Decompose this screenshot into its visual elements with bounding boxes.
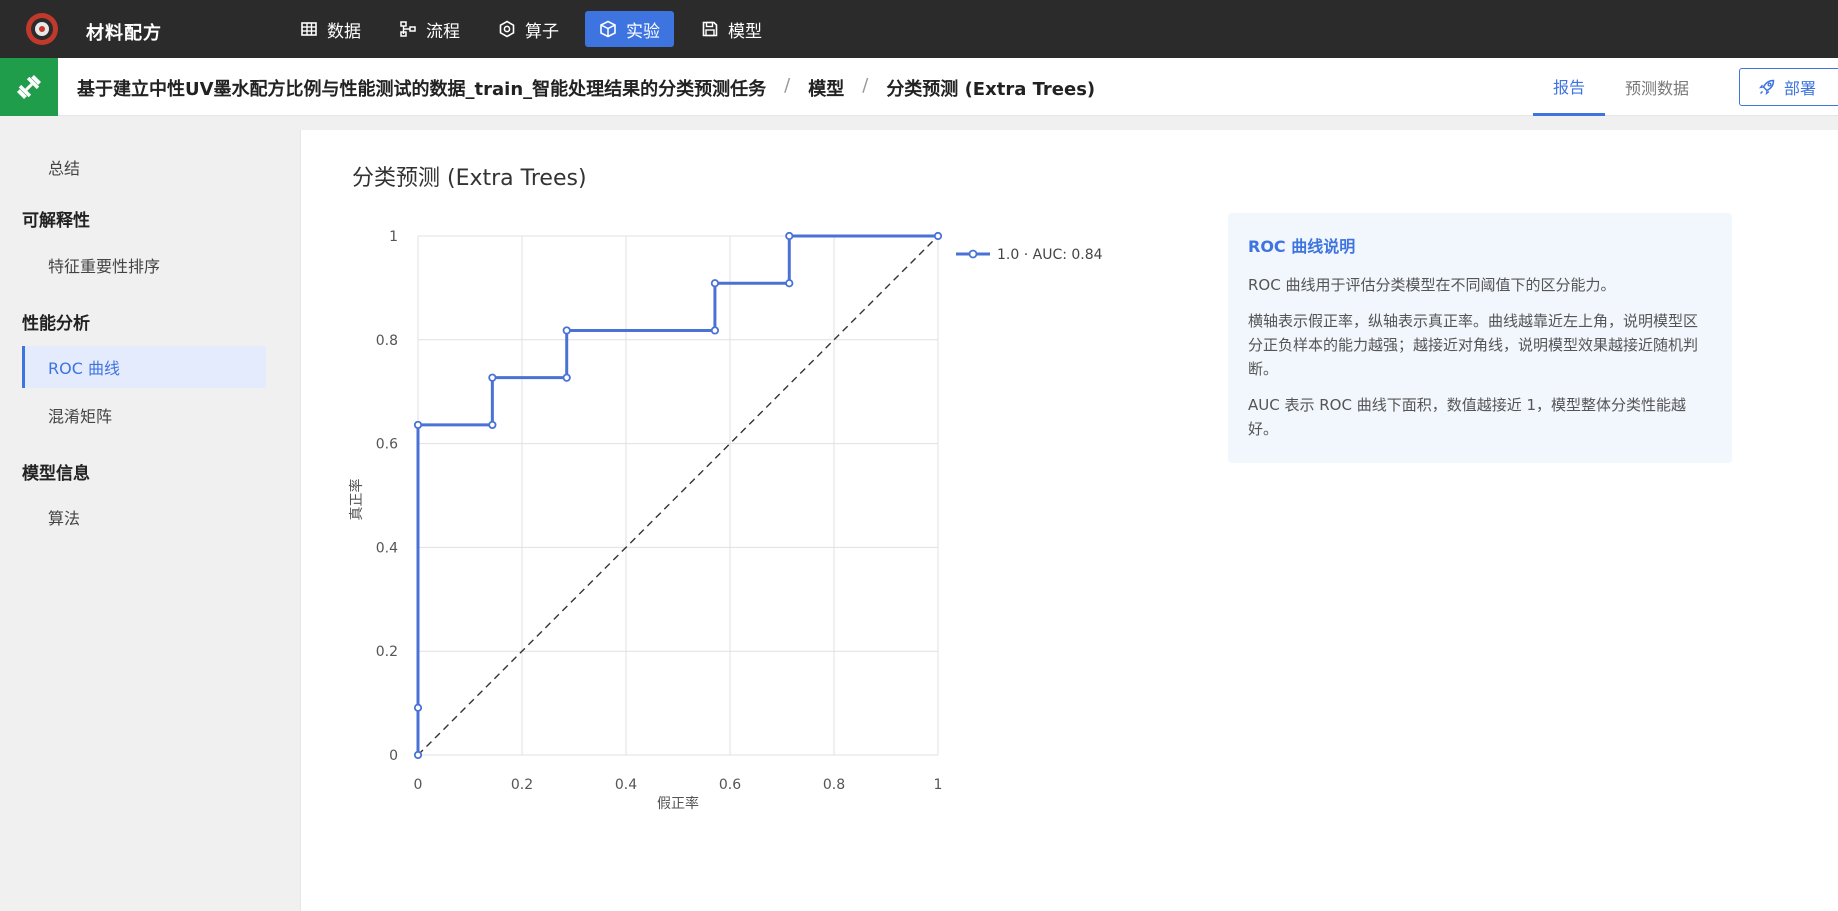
- table-icon: [301, 22, 317, 36]
- roc-explanation-p1: ROC 曲线用于评估分类模型在不同阈值下的区分能力。: [1248, 276, 1616, 294]
- sidebar-item-summary[interactable]: 总结: [22, 146, 266, 188]
- rocket-icon: [1758, 79, 1775, 96]
- roc-explanation-p2: 横轴表示假正率，纵轴表示真正率。曲线越靠近左上角，说明模型区分正负样本的能力越强…: [1248, 312, 1699, 378]
- sidebar-item-roc[interactable]: ROC 曲线: [22, 346, 266, 388]
- main-content: 分类预测 (Extra Trees) 0 0.2 0.4 0.6 0.8 1 0 0.2 0.4…: [300, 130, 1838, 911]
- sidebar-item-feature-importance[interactable]: 特征重要性排序: [22, 244, 266, 286]
- nav-experiment-label: 实验: [626, 21, 660, 42]
- x-axis-title: 假正率: [657, 795, 699, 812]
- app-brand[interactable]: 材料配方: [86, 19, 162, 45]
- roc-point: [413, 420, 423, 430]
- roc-point: [785, 279, 794, 288]
- x-tick-label: 0.2: [511, 777, 533, 793]
- y-tick-label: 0.2: [376, 644, 398, 660]
- y-tick-label: 0.4: [376, 540, 398, 556]
- reference-diagonal-line: [417, 235, 939, 756]
- y-axis-title: 真正率: [348, 479, 365, 521]
- roc-point: [562, 373, 571, 382]
- dumbbell-icon: [0, 58, 58, 116]
- sidebar-item-algorithm[interactable]: 算法: [22, 496, 266, 538]
- nav-flow-label: 流程: [426, 21, 460, 42]
- legend-marker: [968, 249, 978, 259]
- breadcrumb-current: 分类预测 (Extra Trees): [886, 79, 1096, 100]
- x-tick-label: 0: [414, 777, 423, 793]
- roc-point: [933, 231, 943, 241]
- tab-report[interactable]: 报告: [1533, 58, 1605, 116]
- x-tick-label: 0.4: [615, 777, 637, 793]
- sidebar-group-performance: 性能分析: [22, 314, 90, 334]
- nav-model-label: 模型: [728, 21, 762, 42]
- roc-point: [710, 326, 720, 335]
- operator-icon: [499, 20, 515, 38]
- nav-operator[interactable]: 算子: [484, 11, 573, 47]
- roc-explanation-title: ROC 曲线说明: [1248, 237, 1356, 256]
- breadcrumb-bar: 基于建立中性UV墨水配方比例与性能测试的数据_train_智能处理结果的分类预测…: [0, 58, 1838, 116]
- nav-model[interactable]: 模型: [687, 11, 776, 47]
- breadcrumb-separator: /: [784, 75, 791, 96]
- y-tick-label: 0.8: [376, 333, 398, 349]
- x-tick-label: 1: [934, 777, 943, 793]
- roc-point: [488, 420, 497, 430]
- app-logo-icon[interactable]: [24, 11, 60, 47]
- roc-point: [710, 279, 720, 288]
- roc-explanation-p3: AUC 表示 ROC 曲线下面积，数值越接近 1，模型整体分类性能越好。: [1248, 396, 1687, 438]
- legend-label: 1.0 · AUC: 0.84: [997, 247, 1103, 263]
- y-tick-label: 0: [389, 748, 398, 764]
- roc-point: [413, 703, 423, 712]
- deploy-button[interactable]: 部署: [1739, 68, 1838, 106]
- nav-data-label: 数据: [327, 21, 361, 42]
- nav-data[interactable]: 数据: [286, 11, 375, 47]
- roc-point: [413, 750, 423, 760]
- x-tick-label: 0.6: [719, 777, 741, 793]
- roc-chart: 0 0.2 0.4 0.6 0.8 1 0 0.2 0.4 0.6 0.8 1 假正率 真正率 1.0 ·…: [348, 229, 1103, 812]
- roc-point: [785, 231, 794, 241]
- sidebar: 总结 可解释性 特征重要性排序 性能分析 ROC 曲线 混淆矩阵 模型信息 算法: [0, 116, 300, 911]
- roc-point: [562, 326, 571, 335]
- breadcrumb-model[interactable]: 模型: [808, 75, 844, 101]
- roc-point: [488, 373, 497, 382]
- y-tick-label: 0.6: [376, 437, 398, 453]
- breadcrumb-task[interactable]: 基于建立中性UV墨水配方比例与性能测试的数据_train_智能处理结果的分类预测…: [77, 75, 766, 101]
- tab-predict-data[interactable]: 预测数据: [1625, 58, 1689, 116]
- save-icon: [702, 21, 718, 37]
- breadcrumb: 基于建立中性UV墨水配方比例与性能测试的数据_train_智能处理结果的分类预测…: [77, 75, 1095, 101]
- y-tick-label: 1: [389, 229, 398, 245]
- cube-icon: [600, 20, 616, 38]
- nav-operator-label: 算子: [525, 21, 559, 42]
- sidebar-group-model-info: 模型信息: [22, 464, 90, 484]
- flow-icon: [400, 21, 416, 37]
- top-navbar: 材料配方 数据 流程 算子 实验 模型: [0, 0, 1838, 58]
- nav-flow[interactable]: 流程: [385, 11, 474, 47]
- deploy-label: 部署: [1784, 79, 1817, 98]
- sidebar-group-explainability: 可解释性: [22, 211, 90, 231]
- nav-experiment[interactable]: 实验: [585, 11, 674, 47]
- sidebar-item-confusion-matrix[interactable]: 混淆矩阵: [22, 394, 266, 436]
- x-tick-label: 0.8: [823, 777, 845, 793]
- roc-explanation-panel: ROC 曲线说明 ROC 曲线用于评估分类模型在不同阈值下的区分能力。 横轴表示…: [1228, 213, 1732, 463]
- breadcrumb-separator: /: [862, 75, 869, 96]
